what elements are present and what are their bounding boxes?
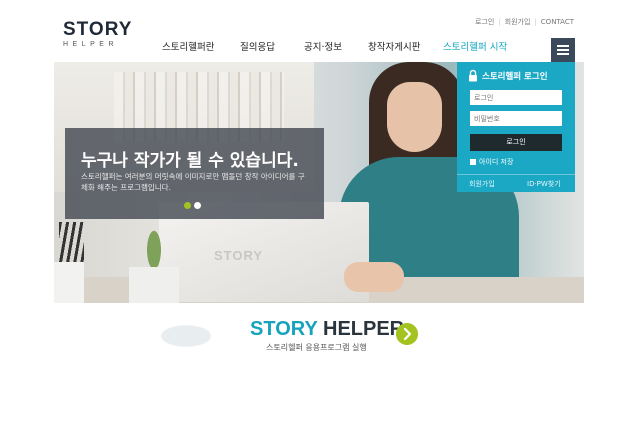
logo-text-story: STORY — [63, 19, 133, 40]
plant — [142, 217, 166, 272]
nav-item-notice[interactable]: 공지·정보 — [304, 39, 368, 53]
find-id-pw-link[interactable]: ID·PW찾기 — [527, 179, 561, 189]
start-title-helper: HELPER — [323, 318, 405, 340]
start-subtitle: 스토리헬퍼 응용프로그램 실행 — [266, 343, 367, 352]
main-nav: 스토리헬퍼란 질의응답 공지·정보 창작자게시판 스토리헬퍼 시작 — [162, 39, 507, 53]
slide-dot-1[interactable] — [184, 202, 191, 209]
go-arrow-button[interactable] — [396, 323, 418, 345]
remember-checkbox[interactable] — [470, 159, 476, 165]
divider: | — [534, 18, 537, 26]
woman-face — [387, 82, 442, 152]
login-id-input[interactable] — [470, 90, 562, 105]
menu-icon — [557, 45, 569, 47]
hamburger-menu-button[interactable] — [551, 38, 575, 62]
login-button[interactable]: 로그인 — [470, 134, 562, 151]
cup — [54, 262, 84, 303]
laptop-logo: STORY — [214, 248, 264, 263]
nav-item-start[interactable]: 스토리헬퍼 시작 — [443, 39, 507, 53]
divider: | — [498, 18, 501, 26]
signup-link[interactable]: 회원가입 — [505, 17, 531, 27]
login-footer: 회원가입 ID·PW찾기 — [457, 174, 575, 193]
plant-pot — [129, 267, 179, 303]
slide-dot-2[interactable] — [194, 202, 201, 209]
contact-link[interactable]: CONTACT — [541, 18, 574, 26]
story-helper-logo[interactable]: STORY HELPER — [63, 20, 135, 54]
start-title-story: STORY — [250, 318, 318, 340]
hero-title: 누구나 작가가 될 수 있습니다. — [81, 151, 299, 171]
menu-icon-bar — [557, 53, 569, 55]
nav-item-about[interactable]: 스토리헬퍼란 — [162, 39, 240, 53]
woman-hand — [344, 262, 404, 292]
menu-icon-bar — [557, 49, 569, 51]
remember-label: 아이디 저장 — [479, 158, 514, 166]
start-title[interactable]: STORY HELPER — [250, 318, 404, 341]
lock-icon — [469, 69, 477, 82]
nav-item-board[interactable]: 창작자게시판 — [368, 39, 443, 53]
hero-description: 스토리헬퍼는 여러분의 머릿속에 이미지로만 맴돌던 창작 아이디어를 구체화 … — [81, 172, 305, 192]
login-title: 스토리헬퍼 로그인 — [482, 72, 548, 82]
login-link[interactable]: 로그인 — [475, 17, 494, 27]
utility-links: 로그인 | 회원가입 | CONTACT — [475, 17, 574, 27]
signup-link-panel[interactable]: 회원가입 — [469, 179, 495, 189]
logo-text-helper: HELPER — [63, 41, 119, 48]
remember-id[interactable]: 아이디 저장 — [470, 157, 513, 167]
login-panel: 스토리헬퍼 로그인 로그인 아이디 저장 회원가입 ID·PW찾기 — [457, 62, 575, 192]
slide-indicators — [184, 202, 201, 209]
login-password-input[interactable] — [470, 111, 562, 126]
pen-holder — [59, 222, 84, 262]
nav-item-qna[interactable]: 질의응답 — [240, 39, 304, 53]
